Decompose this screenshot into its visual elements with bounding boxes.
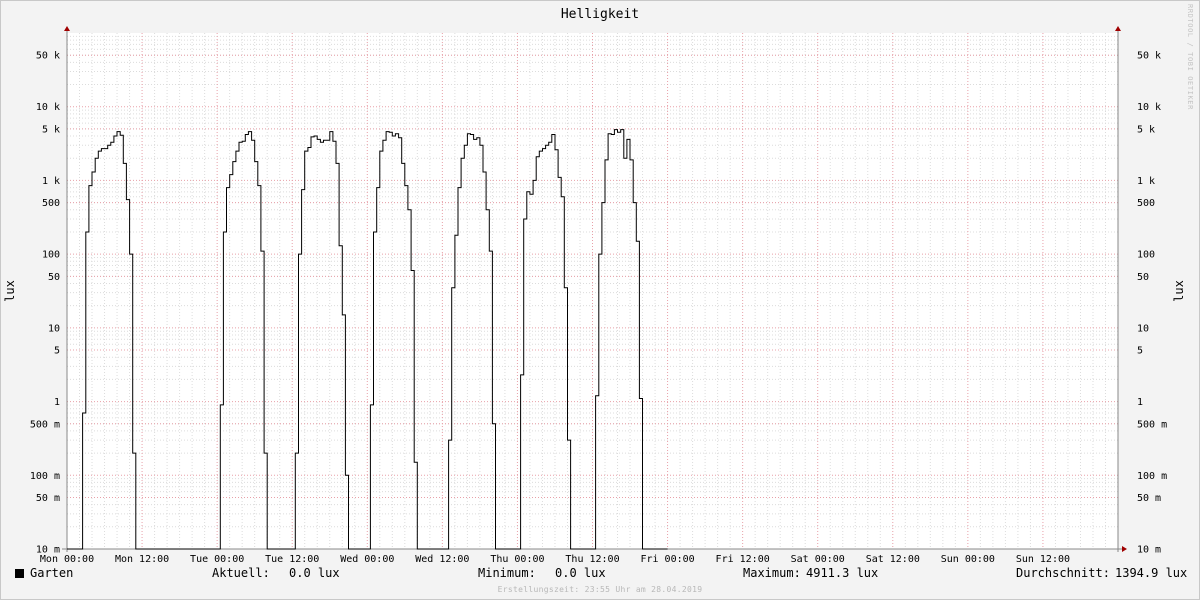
y-tick-label-right: 10 k bbox=[1137, 102, 1161, 113]
y-axis-label-right: lux bbox=[1172, 280, 1186, 302]
x-tick-label: Fri 00:00 bbox=[640, 554, 694, 565]
y-tick-label-left: 50 bbox=[48, 272, 60, 283]
x-tick-label: Sun 12:00 bbox=[1016, 554, 1070, 565]
watermark: RRDTOOL / TOBI OETIKER bbox=[1186, 4, 1194, 110]
y-tick-label-left: 100 bbox=[42, 250, 60, 261]
x-tick-label: Fri 12:00 bbox=[716, 554, 770, 565]
y-tick-label-right: 1 bbox=[1137, 397, 1143, 408]
x-tick-label: Wed 00:00 bbox=[340, 554, 394, 565]
y-axis-arrow-right bbox=[1115, 26, 1121, 31]
y-tick-label-right: 50 m bbox=[1137, 493, 1161, 504]
current-label: Aktuell: bbox=[212, 566, 270, 580]
x-tick-label: Thu 00:00 bbox=[490, 554, 544, 565]
minimum-value: 0.0 lux bbox=[555, 566, 606, 580]
y-tick-label-right: 50 bbox=[1137, 272, 1149, 283]
y-axis-arrow-left bbox=[64, 26, 70, 31]
maximum-value: 4911.3 lux bbox=[806, 566, 879, 580]
average-value: 1394.9 lux bbox=[1115, 566, 1188, 580]
x-tick-label: Sat 12:00 bbox=[866, 554, 920, 565]
x-tick-labels: Mon 00:00 Mon 12:00 Tue 00:00 Tue 12:00 Wed … bbox=[40, 554, 1070, 565]
legend: Garten Aktuell: 0.0 lux Minimum: 0.0 lux… bbox=[0, 566, 1200, 584]
y-tick-label-left: 500 bbox=[42, 198, 60, 209]
y-tick-label-left: 50 m bbox=[36, 493, 60, 504]
x-tick-label: Thu 12:00 bbox=[565, 554, 619, 565]
y-tick-label-right: 1 k bbox=[1137, 176, 1155, 187]
y-tick-label-left: 5 bbox=[54, 346, 60, 357]
y-tick-label-right: 10 m bbox=[1137, 545, 1161, 556]
average-label: Durchschnitt: bbox=[1016, 566, 1110, 580]
x-axis-arrow bbox=[1122, 546, 1127, 552]
y-tick-label-right: 10 bbox=[1137, 323, 1149, 334]
y-tick-label-left: 1 k bbox=[42, 176, 60, 187]
y-tick-label-left: 100 m bbox=[30, 471, 60, 482]
y-tick-label-right: 5 bbox=[1137, 346, 1143, 357]
y-tick-label-left: 10 bbox=[48, 323, 60, 334]
x-tick-label: Tue 12:00 bbox=[265, 554, 319, 565]
y-tick-label-left: 50 k bbox=[36, 51, 60, 62]
maximum-label: Maximum: bbox=[743, 566, 801, 580]
x-tick-label: Tue 00:00 bbox=[190, 554, 244, 565]
x-tick-label: Sun 00:00 bbox=[941, 554, 995, 565]
y-tick-label-right: 50 k bbox=[1137, 51, 1161, 62]
x-tick-label: Sat 00:00 bbox=[791, 554, 845, 565]
minimum-label: Minimum: bbox=[478, 566, 536, 580]
legend-series-name: Garten bbox=[30, 566, 74, 580]
legend-swatch bbox=[15, 569, 24, 578]
x-tick-label: Wed 12:00 bbox=[415, 554, 469, 565]
brightness-chart: Helligkeit lux lux 10 m 10 m50 m 50 m100 m… bbox=[3, 7, 1186, 565]
y-tick-label-right: 500 bbox=[1137, 198, 1155, 209]
y-tick-label-right: 5 k bbox=[1137, 124, 1155, 135]
creation-time-footer: Erstellungszeit: 23:55 Uhr am 28.04.2019 bbox=[497, 585, 703, 594]
chart-title: Helligkeit bbox=[561, 7, 639, 22]
y-axis-label-left: lux bbox=[3, 280, 17, 302]
y-tick-label-left: 500 m bbox=[30, 419, 60, 430]
y-tick-label-left: 1 bbox=[54, 397, 60, 408]
y-tick-label-right: 500 m bbox=[1137, 419, 1167, 430]
current-value: 0.0 lux bbox=[289, 566, 340, 580]
y-tick-label-left: 10 k bbox=[36, 102, 60, 113]
y-tick-label-right: 100 bbox=[1137, 250, 1155, 261]
y-tick-label-left: 5 k bbox=[42, 124, 60, 135]
x-tick-label: Mon 00:00 bbox=[40, 554, 94, 565]
y-tick-label-right: 100 m bbox=[1137, 471, 1167, 482]
x-tick-label: Mon 12:00 bbox=[115, 554, 169, 565]
